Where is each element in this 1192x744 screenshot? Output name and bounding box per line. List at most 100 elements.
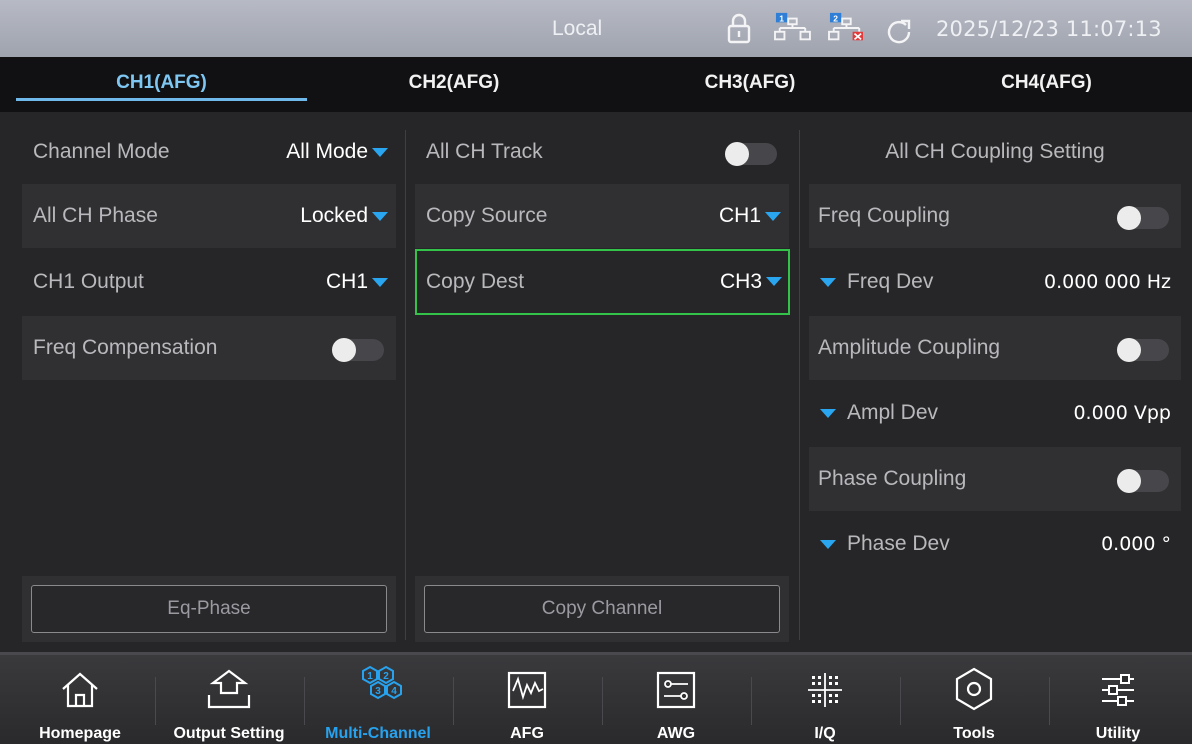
nav-divider — [304, 677, 305, 725]
nav-afg-label: AFG — [510, 725, 544, 742]
dropdown-arrow-icon — [372, 148, 388, 157]
copy-source-row[interactable]: Copy Source CH1 — [415, 184, 789, 248]
home-icon — [62, 672, 98, 708]
all-ch-track-row: All CH Track — [415, 120, 789, 184]
active-tab-indicator — [16, 98, 307, 101]
divider — [405, 130, 406, 640]
phase-dev-label: Phase Dev — [847, 532, 950, 555]
dropdown-arrow-icon — [766, 277, 782, 286]
toggle-knob — [332, 338, 356, 362]
all-ch-phase-value: Locked — [300, 204, 368, 227]
dropdown-arrow-icon — [372, 278, 388, 287]
nav-divider — [900, 677, 901, 725]
tab-ch2-label: CH2(AFG) — [408, 72, 500, 93]
all-ch-phase-label: All CH Phase — [33, 204, 158, 227]
network-2-disconnected-icon: 2 — [828, 12, 863, 41]
phase-coupling-label: Phase Coupling — [818, 467, 967, 490]
afg-waveform-icon — [507, 671, 547, 709]
channel-mode-label: Channel Mode — [33, 140, 170, 163]
mode-indicator: Local — [552, 17, 603, 40]
toggle-knob — [1117, 338, 1141, 362]
channel-mode-row[interactable]: Channel Mode All Mode — [22, 120, 396, 184]
utility-sliders-icon — [1102, 674, 1134, 706]
multi-channel-digit-1: 1 — [367, 671, 373, 682]
tab-ch1-label: CH1(AFG) — [116, 72, 207, 93]
output-setting-icon — [207, 669, 251, 709]
ampl-dev-row[interactable]: Ampl Dev 0.000 Vpp — [809, 381, 1181, 445]
toggle-knob — [1117, 206, 1141, 230]
tab-ch4[interactable]: CH4(AFG) — [901, 57, 1192, 112]
copy-dest-label: Copy Dest — [426, 270, 525, 293]
multi-channel-icon: 1 2 3 4 — [362, 665, 402, 700]
freq-coupling-row: Freq Coupling — [809, 184, 1181, 248]
ch1-output-value: CH1 — [325, 270, 368, 293]
tools-hexagon-icon — [955, 667, 993, 711]
amplitude-coupling-toggle[interactable] — [1117, 338, 1169, 362]
nav-tools[interactable]: Tools — [904, 655, 1044, 744]
freq-compensation-row: Freq Compensation — [22, 316, 396, 380]
lock-icon — [727, 13, 751, 44]
nav-iq-label: I/Q — [814, 725, 836, 742]
freq-compensation-toggle[interactable] — [332, 338, 384, 362]
phase-dev-value[interactable]: 0.000 ° — [1101, 512, 1171, 576]
coupling-section-title: All CH Coupling Setting — [885, 140, 1105, 163]
nav-utility-label: Utility — [1095, 725, 1141, 742]
multi-channel-digit-2: 2 — [383, 671, 389, 682]
dropdown-arrow-icon — [372, 212, 388, 221]
all-ch-phase-row[interactable]: All CH Phase Locked — [22, 184, 396, 248]
copy-channel-button[interactable]: Copy Channel — [424, 585, 780, 633]
ch1-output-row[interactable]: CH1 Output CH1 — [22, 250, 396, 314]
all-ch-track-toggle[interactable] — [725, 142, 777, 166]
tab-ch1[interactable]: CH1(AFG) — [16, 57, 307, 112]
nav-iq[interactable]: I/Q — [755, 655, 895, 744]
freq-dev-value[interactable]: 0.000 000 Hz — [1044, 250, 1171, 314]
copy-channel-button-label: Copy Channel — [541, 598, 663, 619]
freq-dev-label: Freq Dev — [847, 270, 934, 293]
phase-coupling-row: Phase Coupling — [809, 447, 1181, 511]
channel-tabs: CH1(AFG) CH2(AFG) CH3(AFG) CH4(AFG) — [0, 57, 1192, 112]
nav-afg[interactable]: AFG — [457, 655, 597, 744]
tab-ch3-label: CH3(AFG) — [704, 72, 796, 93]
all-ch-track-label: All CH Track — [426, 140, 543, 163]
nav-divider — [602, 677, 603, 725]
phase-dev-row[interactable]: Phase Dev 0.000 ° — [809, 512, 1181, 576]
refresh-icon — [887, 19, 911, 44]
freq-dev-row[interactable]: Freq Dev 0.000 000 Hz — [809, 250, 1181, 314]
ch1-output-label: CH1 Output — [33, 270, 144, 293]
expand-arrow-icon — [820, 409, 836, 418]
divider — [799, 130, 800, 640]
network-2-badge: 2 — [833, 13, 838, 23]
multi-channel-digit-4: 4 — [391, 686, 397, 697]
ampl-dev-value[interactable]: 0.000 Vpp — [1073, 381, 1171, 445]
tab-ch2[interactable]: CH2(AFG) — [309, 57, 599, 112]
nav-output-setting[interactable]: Output Setting — [159, 655, 299, 744]
tab-ch3[interactable]: CH3(AFG) — [601, 57, 899, 112]
copy-source-label: Copy Source — [426, 204, 548, 227]
nav-awg[interactable]: AWG — [606, 655, 746, 744]
freq-coupling-toggle[interactable] — [1117, 206, 1169, 230]
phase-coupling-toggle[interactable] — [1117, 469, 1169, 493]
expand-arrow-icon — [820, 540, 836, 549]
nav-utility[interactable]: Utility — [1048, 655, 1188, 744]
eq-phase-button[interactable]: Eq-Phase — [31, 585, 387, 633]
datetime-display: 2025/12/23 11:07:13 — [936, 17, 1162, 41]
nav-divider — [751, 677, 752, 725]
eq-phase-button-label: Eq-Phase — [167, 598, 251, 619]
bottom-navigation: Homepage Output Setting 1 2 3 4 Multi-Ch… — [0, 652, 1192, 744]
ampl-dev-label: Ampl Dev — [847, 401, 939, 424]
amplitude-coupling-row: Amplitude Coupling — [809, 316, 1181, 380]
nav-output-setting-label: Output Setting — [173, 725, 285, 742]
status-bar: Local 1 2 2025/12/23 11:07:13 — [0, 0, 1192, 57]
multi-channel-digit-3: 3 — [375, 686, 381, 697]
nav-divider — [453, 677, 454, 725]
nav-divider — [155, 677, 156, 725]
nav-awg-label: AWG — [656, 725, 696, 742]
freq-coupling-label: Freq Coupling — [818, 204, 950, 227]
channel-mode-value: All Mode — [286, 140, 368, 163]
copy-dest-row[interactable]: Copy Dest CH3 — [415, 249, 790, 315]
nav-multi-channel[interactable]: 1 2 3 4 Multi-Channel — [308, 655, 448, 744]
freq-compensation-label: Freq Compensation — [33, 336, 218, 359]
network-1-icon: 1 — [774, 12, 811, 41]
nav-homepage[interactable]: Homepage — [10, 655, 150, 744]
amplitude-coupling-label: Amplitude Coupling — [818, 336, 1001, 359]
